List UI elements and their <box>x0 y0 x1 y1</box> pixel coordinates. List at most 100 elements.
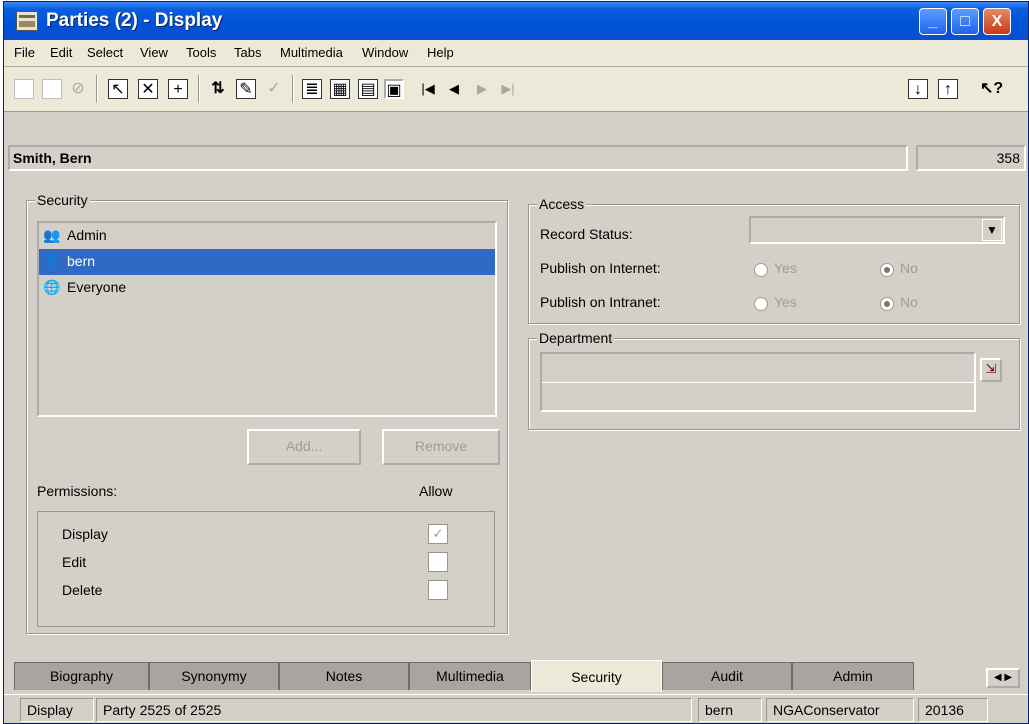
menu-tabs[interactable]: Tabs <box>234 45 261 60</box>
first-record-icon[interactable]: |◀ <box>418 79 438 99</box>
export-icon[interactable]: ↑ <box>938 79 958 99</box>
security-label: Security <box>35 192 90 208</box>
tab-multimedia[interactable]: Multimedia <box>409 662 531 690</box>
permission-delete-checkbox[interactable] <box>428 580 448 600</box>
permission-display-checkbox[interactable]: ✓ <box>428 524 448 544</box>
allow-label: Allow <box>419 483 453 499</box>
spell-check-icon[interactable]: ✓ <box>264 79 284 99</box>
help-pointer-icon[interactable]: ↖? <box>980 79 1003 99</box>
previous-record-icon[interactable]: ◀ <box>444 79 464 99</box>
menu-file[interactable]: File <box>14 45 35 60</box>
save-icon[interactable] <box>42 79 62 99</box>
parties-window: Parties (2) - Display _ □ X File Edit Se… <box>3 1 1029 724</box>
publish-internet-label: Publish on Internet: <box>540 260 661 276</box>
view-grid-icon[interactable]: ▦ <box>330 79 350 99</box>
permissions-box: Display ✓ Edit Delete <box>37 511 495 627</box>
permissions-label: Permissions: <box>37 483 118 499</box>
view-list-icon[interactable]: ▤ <box>358 79 378 99</box>
new-document-icon[interactable]: + <box>168 79 188 99</box>
sort-icon[interactable]: ⇅ <box>208 79 228 99</box>
permission-edit-checkbox[interactable] <box>428 552 448 572</box>
list-item-label: Everyone <box>67 279 127 295</box>
menu-multimedia[interactable]: Multimedia <box>280 45 343 60</box>
tab-admin[interactable]: Admin <box>792 662 914 690</box>
status-bar: Display Party 2525 of 2525 bern NGAConse… <box>4 694 1028 723</box>
next-record-icon[interactable]: ▶ <box>472 79 492 99</box>
record-status-label: Record Status: <box>540 226 633 242</box>
list-item-everyone[interactable]: 🌐 Everyone <box>39 275 495 301</box>
tab-synonymy[interactable]: Synonymy <box>149 662 279 690</box>
toolbar-separator <box>292 75 294 103</box>
internet-yes-label: Yes <box>774 260 797 276</box>
globe-icon: 🌐 <box>43 279 61 295</box>
tab-notes[interactable]: Notes <box>279 662 409 690</box>
status-user: bern <box>698 698 762 722</box>
intranet-yes-radio[interactable] <box>754 297 768 311</box>
permission-edit-label: Edit <box>62 554 87 570</box>
view-detail-icon[interactable]: ▣ <box>384 79 404 99</box>
delete-record-icon[interactable]: ✕ <box>138 79 158 99</box>
window-title: Parties (2) - Display <box>46 10 223 31</box>
department-field[interactable] <box>540 352 976 412</box>
menu-view[interactable]: View <box>140 45 168 60</box>
view-form-icon[interactable]: ≣ <box>302 79 322 99</box>
department-picker-icon[interactable]: ⇲ <box>980 358 1002 382</box>
security-group: Security 👥 Admin 👤 bern 🌐 Everyone Add..… <box>26 192 508 634</box>
title-bar[interactable]: Parties (2) - Display _ □ X <box>4 2 1028 40</box>
status-position: Party 2525 of 2525 <box>96 698 692 722</box>
department-label: Department <box>537 330 615 346</box>
record-id: 358 <box>916 145 1026 171</box>
add-button[interactable]: Add... <box>247 429 361 465</box>
permission-delete-label: Delete <box>62 582 103 598</box>
record-status-dropdown[interactable]: ▼ <box>749 216 1005 244</box>
minimize-button[interactable]: _ <box>919 8 947 35</box>
list-item-bern[interactable]: 👤 bern <box>39 249 495 275</box>
intranet-no-label: No <box>900 294 918 310</box>
menu-bar: File Edit Select View Tools Tabs Multime… <box>4 40 1028 67</box>
tab-bar: Biography Synonymy Notes Multimedia Secu… <box>4 660 1028 692</box>
last-record-icon[interactable]: ▶| <box>498 79 518 99</box>
import-icon[interactable]: ↓ <box>908 79 928 99</box>
internet-no-radio[interactable] <box>880 263 894 277</box>
cancel-icon[interactable]: ⊘ <box>68 79 88 99</box>
intranet-yes-label: Yes <box>774 294 797 310</box>
menu-help[interactable]: Help <box>427 45 454 60</box>
tab-audit[interactable]: Audit <box>662 662 792 690</box>
publish-intranet-label: Publish on Intranet: <box>540 294 661 310</box>
status-role: NGAConservator <box>766 698 914 722</box>
tab-scroll-arrows[interactable]: ◀ ▶ <box>986 668 1020 688</box>
security-list[interactable]: 👥 Admin 👤 bern 🌐 Everyone <box>37 221 497 417</box>
menu-select[interactable]: Select <box>87 45 123 60</box>
record-header: Smith, Bern 358 <box>8 145 1027 173</box>
chevron-down-icon[interactable]: ▼ <box>982 219 1002 241</box>
list-item-label: bern <box>67 253 96 269</box>
status-mode: Display <box>20 698 94 722</box>
menu-tools[interactable]: Tools <box>186 45 216 60</box>
toolbar: ⊘ ↖ ✕ + ⇅ ✎ ✓ ≣ ▦ ▤ ▣ |◀ ◀ ▶ ▶| ↓ ↑ ↖? <box>4 67 1028 112</box>
close-button[interactable]: X <box>983 8 1011 35</box>
new-record-icon[interactable] <box>14 79 34 99</box>
select-record-icon[interactable]: ↖ <box>108 79 128 99</box>
user-icon: 👤 <box>43 253 61 269</box>
permission-display-label: Display <box>62 526 108 542</box>
internet-no-label: No <box>900 260 918 276</box>
app-icon <box>16 11 38 31</box>
department-divider <box>542 382 974 383</box>
status-number: 20136 <box>918 698 988 722</box>
remove-button[interactable]: Remove <box>382 429 500 465</box>
access-label: Access <box>537 196 587 212</box>
tab-biography[interactable]: Biography <box>14 662 149 690</box>
admin-group-icon: 👥 <box>43 227 61 243</box>
internet-yes-radio[interactable] <box>754 263 768 277</box>
menu-window[interactable]: Window <box>362 45 408 60</box>
record-name: Smith, Bern <box>8 145 908 171</box>
list-item-label: Admin <box>67 227 107 243</box>
toolbar-separator <box>198 75 200 103</box>
tab-security[interactable]: Security <box>531 660 662 692</box>
intranet-no-radio[interactable] <box>880 297 894 311</box>
maximize-button[interactable]: □ <box>951 8 979 35</box>
edit-record-icon[interactable]: ✎ <box>236 79 256 99</box>
toolbar-separator <box>96 75 98 103</box>
list-item-admin[interactable]: 👥 Admin <box>39 223 495 249</box>
menu-edit[interactable]: Edit <box>50 45 72 60</box>
